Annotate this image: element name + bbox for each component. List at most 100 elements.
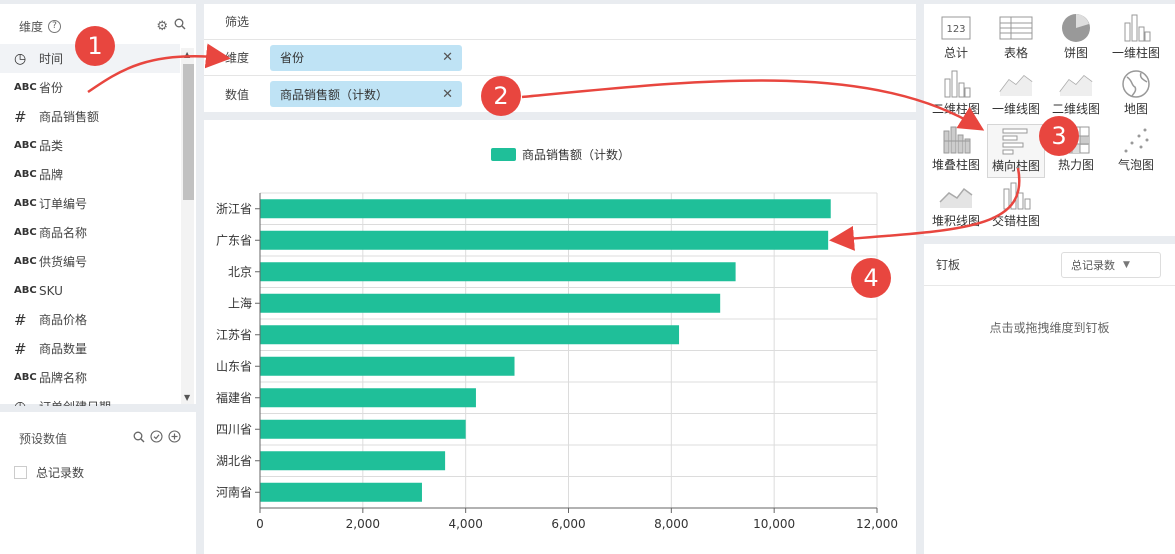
chart-type-button[interactable]: 堆积线图 [927, 180, 985, 234]
dimension-item[interactable]: ABC SKU [0, 276, 180, 305]
y-tick-label: 江苏省 [216, 328, 252, 342]
dimension-item[interactable]: ABC 品类 [0, 131, 180, 160]
dimension-item[interactable]: ABC 省份 [0, 73, 180, 102]
chart-type-button[interactable]: 交错柱图 [987, 180, 1045, 234]
y-tick-label: 湖北省 [216, 453, 252, 468]
scroll-down-icon[interactable]: ▼ [184, 393, 190, 402]
chart-type-button[interactable]: 表格 [987, 12, 1045, 66]
pin-select-value: 总记录数 [1071, 258, 1115, 272]
table-chart-icon [999, 12, 1033, 44]
dimension-item-label: 省份 [39, 81, 64, 95]
chart-type-button[interactable]: 气泡图 [1107, 124, 1165, 178]
chevron-down-icon: ▼ [1123, 259, 1130, 270]
chart-type-button[interactable]: 横向柱图 [987, 124, 1045, 178]
y-tick-label: 上海 [228, 295, 252, 310]
scroll-up-icon[interactable]: ▲ [184, 50, 190, 59]
text-type-icon: ABC [14, 256, 37, 267]
dimension-drop-row[interactable]: 维度 省份 ✕ [204, 40, 916, 76]
dimension-item-label: 商品名称 [39, 226, 88, 240]
close-icon[interactable]: ✕ [442, 50, 453, 65]
bar[interactable] [260, 388, 476, 408]
chart-type-label: 交错柱图 [991, 214, 1040, 228]
dimension-item[interactable]: ABC 订单编号 [0, 189, 180, 218]
chart-type-label: 堆叠柱图 [931, 158, 980, 172]
text-type-icon: ABC [14, 227, 37, 238]
add-circle-icon[interactable] [168, 430, 181, 446]
bar[interactable] [260, 325, 680, 345]
preset-checkbox[interactable] [14, 466, 27, 479]
chart-type-button[interactable]: 堆叠柱图 [927, 124, 985, 178]
dimension-item-label: 商品数量 [39, 342, 88, 356]
annotation-badge: 1 [75, 26, 115, 66]
dimension-item[interactable]: ABC 商品名称 [0, 218, 180, 247]
chart-type-button[interactable]: 一维线图 [987, 68, 1045, 122]
dimension-item[interactable]: ◷订单创建日期 [0, 392, 180, 407]
chart-type-label: 气泡图 [1117, 158, 1154, 172]
chart-type-label: 热力图 [1057, 158, 1094, 172]
bar[interactable] [260, 482, 422, 502]
stacked-bar-icon [941, 124, 971, 156]
dimension-item-label: 供货编号 [39, 255, 88, 269]
dimension-item[interactable]: # 商品销售额 [0, 102, 180, 131]
value-chip[interactable]: 商品销售额（计数） ✕ [270, 81, 462, 107]
chart-type-label: 表格 [1003, 46, 1028, 60]
value-chip-label: 商品销售额（计数） [280, 87, 389, 102]
chart-type-button[interactable]: 二维线图 [1047, 68, 1105, 122]
bar[interactable] [260, 230, 829, 250]
check-circle-icon[interactable] [150, 430, 163, 446]
chart-type-button[interactable]: 地图 [1107, 68, 1165, 122]
clock-icon: ◷ [14, 50, 27, 67]
dimension-item[interactable]: # 商品数量 [0, 334, 180, 363]
legend-swatch[interactable] [491, 148, 516, 161]
pin-board-select[interactable]: 总记录数 ▼ [1061, 251, 1161, 278]
bar[interactable] [260, 199, 831, 219]
y-tick-label: 福建省 [216, 390, 252, 405]
chart-type-button[interactable]: 123 总计 [927, 12, 985, 66]
dimension-item[interactable]: ABC 品牌 [0, 160, 180, 189]
search-icon[interactable] [174, 18, 186, 34]
chart-type-label: 一维线图 [991, 102, 1040, 116]
bar[interactable] [260, 451, 446, 471]
gear-icon[interactable]: ⚙ [156, 19, 168, 34]
bar[interactable] [260, 356, 515, 376]
number-type-icon: # [14, 310, 27, 329]
bar[interactable] [260, 293, 721, 313]
dimension-item[interactable]: ABC 品牌名称 [0, 363, 180, 392]
bar-chart-icon [941, 68, 971, 100]
dimension-item[interactable]: ABC 供货编号 [0, 247, 180, 276]
chart-type-label: 横向柱图 [991, 159, 1040, 173]
y-tick-label: 四川省 [216, 422, 252, 436]
preset-item[interactable]: 总记录数 [0, 464, 196, 481]
dimension-item-label: 品类 [39, 139, 64, 153]
annotation-badge: 3 [1039, 116, 1079, 156]
dimension-chip-label: 省份 [280, 51, 305, 65]
dimensions-title: 维度 [19, 19, 44, 34]
legend-label[interactable]: 商品销售额（计数） [522, 147, 630, 162]
dimension-item[interactable]: # 商品价格 [0, 305, 180, 334]
pin-board-header: 钉板 总记录数 ▼ [924, 244, 1175, 286]
chart-type-label: 总计 [943, 46, 968, 60]
x-tick-label: 6,000 [551, 517, 585, 531]
dimension-scrollbar[interactable]: ▲ ▼ [181, 48, 194, 404]
chart-type-button[interactable]: 一维柱图 [1107, 12, 1165, 66]
dimension-chip[interactable]: 省份 ✕ [270, 44, 462, 71]
scrollbar-thumb[interactable] [183, 64, 194, 200]
y-tick-label: 浙江省 [216, 202, 252, 216]
text-type-icon: ABC [14, 198, 37, 209]
bar[interactable] [260, 262, 736, 282]
filter-row[interactable]: 筛选 [204, 4, 916, 40]
text-type-icon: ABC [14, 82, 37, 93]
stacked-line-icon [939, 180, 973, 212]
dimension-drop-label: 维度 [225, 51, 250, 65]
close-icon[interactable]: ✕ [442, 87, 453, 102]
value-drop-row[interactable]: 数值 商品销售额（计数） ✕ [204, 76, 916, 112]
chart-type-label: 一维柱图 [1111, 46, 1160, 60]
chart-type-button[interactable]: 二维柱图 [927, 68, 985, 122]
help-icon[interactable]: ? [48, 19, 62, 33]
pin-board-hint[interactable]: 点击或拖拽维度到钉板 [924, 319, 1175, 336]
chart-type-button[interactable]: 饼图 [1047, 12, 1105, 66]
search-icon[interactable] [133, 431, 145, 446]
preset-values-panel: 预设数值 总记录数 [0, 412, 196, 554]
bar[interactable] [260, 419, 466, 439]
horizontal-bar-chart: 0 2,000 4,000 6,000 8,000 10,000 12,000 浙江省广东省北… [216, 147, 898, 531]
